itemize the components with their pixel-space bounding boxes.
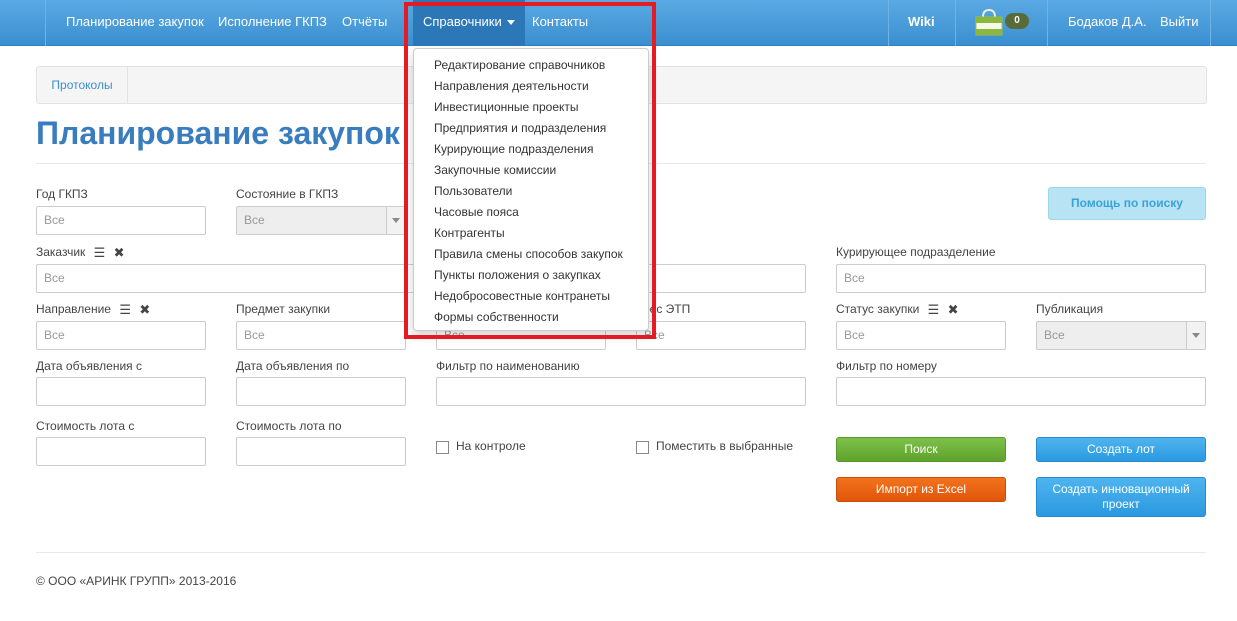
clear-icon[interactable]: ✖ [139,302,150,318]
nav-separator [1047,0,1048,46]
status-label: Статус закупки ☰ ✖ [836,302,959,318]
direction-label: Направление ☰ ✖ [36,302,150,318]
state-select[interactable]: Все [236,206,406,235]
create-lot-button[interactable]: Создать лот [1036,437,1206,462]
publication-label: Публикация [1036,302,1104,316]
curator-input[interactable]: Все [836,264,1206,293]
nav-separator [955,0,956,46]
year-label: Год ГКПЗ [36,187,88,201]
nav-execution[interactable]: Исполнение ГКПЗ [218,0,327,46]
status-input[interactable]: Все [836,321,1006,350]
subject-label: Предмет закупки [236,302,331,316]
name-filter-label: Фильтр по наименованию [436,359,580,373]
direction-input[interactable]: Все [36,321,206,350]
nav-logout[interactable]: Выйти [1160,0,1199,46]
subject-input[interactable]: Все [236,321,406,350]
cost-to-input[interactable] [236,437,406,466]
nav-planning[interactable]: Планирование закупок [66,0,204,46]
status-label-text: Статус закупки [836,302,920,317]
create-innovation-line1: Создать инновационный [1052,482,1190,496]
nav-separator [888,0,889,46]
number-filter-label: Фильтр по номеру [836,359,937,373]
highlight-frame [404,2,656,339]
page-title: Планирование закупок [36,115,400,151]
year-input[interactable]: Все [36,206,206,235]
control-label: На контроле [456,439,526,453]
nav-separator [1210,0,1211,46]
import-excel-button[interactable]: Импорт из Excel [836,477,1006,502]
list-icon[interactable]: ☰ [119,302,131,318]
create-innovation-line2: проект [1102,497,1140,511]
cost-from-label: Стоимость лота с [36,419,135,433]
state-select-value: Все [244,213,265,227]
footer-divider [36,552,1206,553]
cost-from-input[interactable] [36,437,206,466]
breadcrumb-protocols[interactable]: Протоколы [37,67,128,103]
name-filter-input[interactable] [436,377,806,406]
nav-wiki[interactable]: Wiki [908,0,935,46]
customer-label-text: Заказчик [36,245,86,260]
footer-copyright: © ООО «АРИНК ГРУПП» 2013-2016 [36,574,237,588]
date-from-label: Дата объявления с [36,359,142,373]
list-icon[interactable]: ☰ [928,302,940,318]
favorites-label: Поместить в выбранные [656,439,793,453]
cost-to-label: Стоимость лота по [236,419,342,433]
publication-select-value: Все [1044,328,1065,342]
nav-separator [45,0,46,46]
etp-input[interactable]: Все [636,321,806,350]
nav-reports[interactable]: Отчёты [342,0,387,46]
shopping-bag-icon[interactable] [974,8,1004,36]
clear-icon[interactable]: ✖ [114,245,125,261]
control-checkbox[interactable] [436,441,449,454]
state-label: Состояние в ГКПЗ [236,187,339,201]
chevron-down-icon [386,207,405,234]
clear-icon[interactable]: ✖ [948,302,959,318]
curator-label: Курирующее подразделение [836,245,996,259]
publication-select[interactable]: Все [1036,321,1206,350]
date-to-input[interactable] [236,377,406,406]
create-innovation-project-button[interactable]: Создать инновационный проект [1036,477,1206,517]
search-button[interactable]: Поиск [836,437,1006,462]
date-to-label: Дата объявления по [236,359,350,373]
date-from-input[interactable] [36,377,206,406]
customer-label: Заказчик ☰ ✖ [36,245,125,261]
favorites-checkbox[interactable] [636,441,649,454]
nav-user[interactable]: Бодаков Д.А. [1068,0,1147,46]
direction-label-text: Направление [36,302,111,317]
chevron-down-icon [1186,322,1205,349]
cart-count-badge: 0 [1005,13,1029,29]
search-help-button[interactable]: Помощь по поиску [1048,187,1206,220]
number-filter-input[interactable] [836,377,1206,406]
list-icon[interactable]: ☰ [94,245,106,261]
